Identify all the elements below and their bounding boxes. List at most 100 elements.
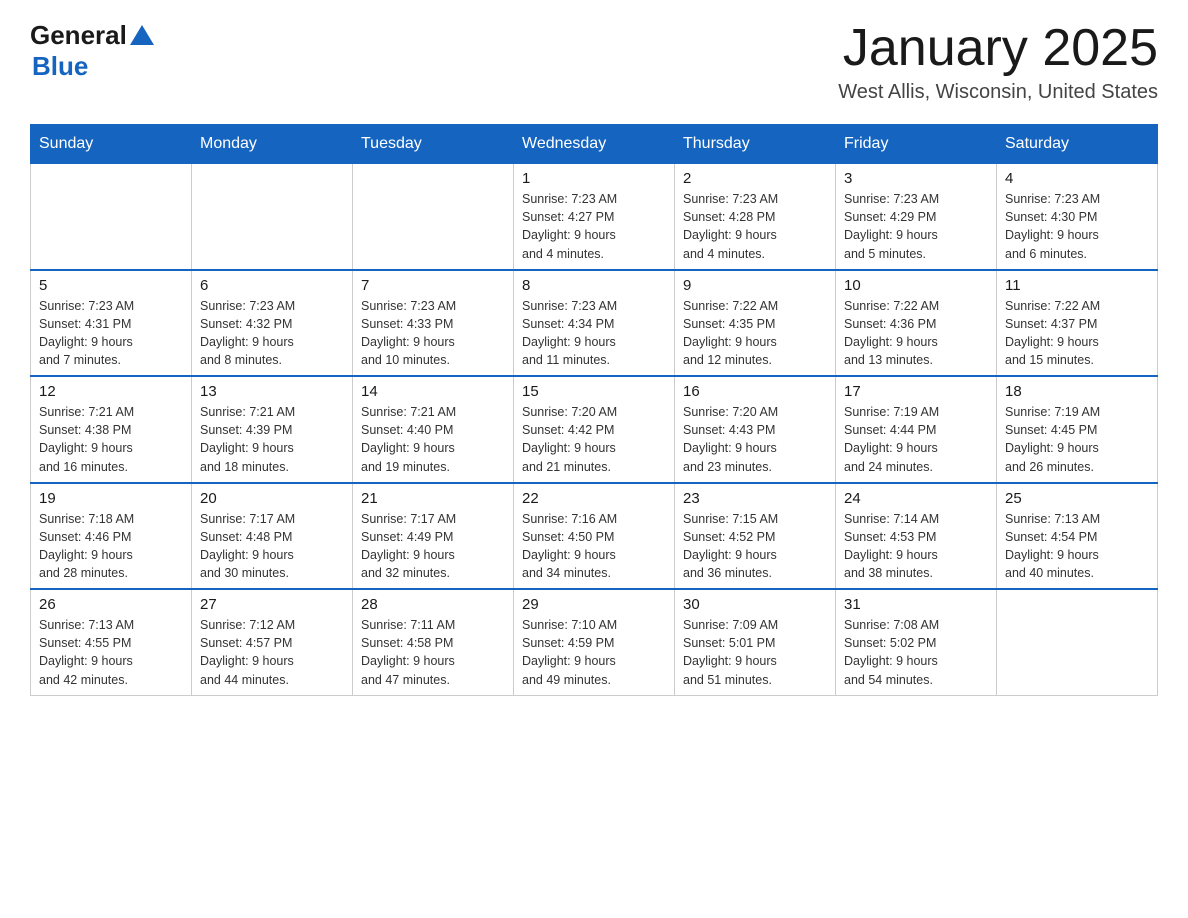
day-number: 1	[522, 170, 666, 187]
day-info: Sunrise: 7:23 AMSunset: 4:32 PMDaylight:…	[200, 297, 344, 370]
day-info: Sunrise: 7:23 AMSunset: 4:30 PMDaylight:…	[1005, 190, 1149, 263]
calendar-cell: 8Sunrise: 7:23 AMSunset: 4:34 PMDaylight…	[514, 270, 675, 377]
calendar-cell: 4 Sunrise: 7:23 AMSunset: 4:30 PMDaylight…	[997, 164, 1158, 270]
day-number: 3	[844, 170, 988, 187]
calendar-cell: 19 Sunrise: 7:18 AMSunset: 4:46 PMDayligh…	[31, 483, 192, 590]
day-info: Sunrise: 7:23 AMSunset: 4:31 PMDaylight:…	[39, 297, 183, 370]
calendar-week-row: 5 Sunrise: 7:23 AMSunset: 4:31 PMDaylight…	[31, 270, 1158, 377]
day-number: 14	[361, 383, 505, 400]
calendar-cell: 31 Sunrise: 7:08 AMSunset: 5:02 PMDayligh…	[836, 589, 997, 695]
day-info: Sunrise: 7:15 AMSunset: 4:52 PMDaylight:…	[683, 510, 827, 583]
day-header-tuesday: Tuesday	[353, 125, 514, 164]
calendar-header-row: SundayMondayTuesdayWednesdayThursdayFrid…	[31, 125, 1158, 164]
calendar-cell: 9 Sunrise: 7:22 AMSunset: 4:35 PMDaylight…	[675, 270, 836, 377]
day-number: 12	[39, 383, 183, 400]
calendar-cell: 24 Sunrise: 7:14 AMSunset: 4:53 PMDayligh…	[836, 483, 997, 590]
day-info: Sunrise: 7:12 AMSunset: 4:57 PMDaylight:…	[200, 616, 344, 689]
calendar-cell: 27 Sunrise: 7:12 AMSunset: 4:57 PMDayligh…	[192, 589, 353, 695]
calendar-cell: 2Sunrise: 7:23 AMSunset: 4:28 PMDaylight…	[675, 164, 836, 270]
day-number: 25	[1005, 490, 1149, 507]
day-number: 10	[844, 277, 988, 294]
day-info: Sunrise: 7:18 AMSunset: 4:46 PMDaylight:…	[39, 510, 183, 583]
day-info: Sunrise: 7:23 AMSunset: 4:28 PMDaylight:…	[683, 190, 827, 263]
calendar-cell: 7 Sunrise: 7:23 AMSunset: 4:33 PMDaylight…	[353, 270, 514, 377]
day-info: Sunrise: 7:20 AMSunset: 4:42 PMDaylight:…	[522, 403, 666, 476]
day-number: 15	[522, 383, 666, 400]
day-info: Sunrise: 7:19 AMSunset: 4:44 PMDaylight:…	[844, 403, 988, 476]
calendar-cell: 1Sunrise: 7:23 AMSunset: 4:27 PMDaylight…	[514, 164, 675, 270]
day-number: 21	[361, 490, 505, 507]
calendar-cell: 14 Sunrise: 7:21 AMSunset: 4:40 PMDayligh…	[353, 376, 514, 483]
calendar-cell: 20Sunrise: 7:17 AMSunset: 4:48 PMDayligh…	[192, 483, 353, 590]
day-number: 24	[844, 490, 988, 507]
day-number: 28	[361, 596, 505, 613]
calendar-cell: 17 Sunrise: 7:19 AMSunset: 4:44 PMDayligh…	[836, 376, 997, 483]
day-info: Sunrise: 7:22 AMSunset: 4:37 PMDaylight:…	[1005, 297, 1149, 370]
day-info: Sunrise: 7:16 AMSunset: 4:50 PMDaylight:…	[522, 510, 666, 583]
day-info: Sunrise: 7:22 AMSunset: 4:35 PMDaylight:…	[683, 297, 827, 370]
calendar-cell: 25 Sunrise: 7:13 AMSunset: 4:54 PMDayligh…	[997, 483, 1158, 590]
calendar-cell: 23 Sunrise: 7:15 AMSunset: 4:52 PMDayligh…	[675, 483, 836, 590]
calendar-cell: 16Sunrise: 7:20 AMSunset: 4:43 PMDayligh…	[675, 376, 836, 483]
calendar-week-row: 12Sunrise: 7:21 AMSunset: 4:38 PMDayligh…	[31, 376, 1158, 483]
location-title: West Allis, Wisconsin, United States	[838, 81, 1158, 104]
day-number: 17	[844, 383, 988, 400]
day-number: 7	[361, 277, 505, 294]
day-info: Sunrise: 7:17 AMSunset: 4:48 PMDaylight:…	[200, 510, 344, 583]
calendar-cell: 5 Sunrise: 7:23 AMSunset: 4:31 PMDaylight…	[31, 270, 192, 377]
day-number: 19	[39, 490, 183, 507]
calendar-cell: 6 Sunrise: 7:23 AMSunset: 4:32 PMDaylight…	[192, 270, 353, 377]
calendar-cell	[192, 164, 353, 270]
day-number: 30	[683, 596, 827, 613]
calendar-cell: 26 Sunrise: 7:13 AMSunset: 4:55 PMDayligh…	[31, 589, 192, 695]
calendar-cell	[353, 164, 514, 270]
day-number: 5	[39, 277, 183, 294]
day-info: Sunrise: 7:17 AMSunset: 4:49 PMDaylight:…	[361, 510, 505, 583]
day-number: 11	[1005, 277, 1149, 294]
day-header-thursday: Thursday	[675, 125, 836, 164]
calendar-cell	[997, 589, 1158, 695]
logo-triangle-icon	[130, 25, 154, 45]
calendar-table: SundayMondayTuesdayWednesdayThursdayFrid…	[30, 124, 1158, 696]
day-info: Sunrise: 7:19 AMSunset: 4:45 PMDaylight:…	[1005, 403, 1149, 476]
logo-general-text: General	[30, 20, 127, 51]
day-info: Sunrise: 7:11 AMSunset: 4:58 PMDaylight:…	[361, 616, 505, 689]
calendar-cell: 22Sunrise: 7:16 AMSunset: 4:50 PMDayligh…	[514, 483, 675, 590]
calendar-cell: 12Sunrise: 7:21 AMSunset: 4:38 PMDayligh…	[31, 376, 192, 483]
calendar-week-row: 1Sunrise: 7:23 AMSunset: 4:27 PMDaylight…	[31, 164, 1158, 270]
day-info: Sunrise: 7:13 AMSunset: 4:55 PMDaylight:…	[39, 616, 183, 689]
day-number: 18	[1005, 383, 1149, 400]
day-number: 13	[200, 383, 344, 400]
day-number: 31	[844, 596, 988, 613]
day-info: Sunrise: 7:20 AMSunset: 4:43 PMDaylight:…	[683, 403, 827, 476]
calendar-cell: 15 Sunrise: 7:20 AMSunset: 4:42 PMDayligh…	[514, 376, 675, 483]
day-header-monday: Monday	[192, 125, 353, 164]
day-header-saturday: Saturday	[997, 125, 1158, 164]
day-number: 26	[39, 596, 183, 613]
day-number: 4	[1005, 170, 1149, 187]
day-info: Sunrise: 7:09 AMSunset: 5:01 PMDaylight:…	[683, 616, 827, 689]
day-info: Sunrise: 7:23 AMSunset: 4:33 PMDaylight:…	[361, 297, 505, 370]
page-header: General Blue January 2025 West Allis, Wi…	[30, 20, 1158, 104]
calendar-week-row: 26 Sunrise: 7:13 AMSunset: 4:55 PMDayligh…	[31, 589, 1158, 695]
day-info: Sunrise: 7:23 AMSunset: 4:29 PMDaylight:…	[844, 190, 988, 263]
month-title: January 2025	[838, 20, 1158, 77]
day-header-sunday: Sunday	[31, 125, 192, 164]
calendar-cell: 10Sunrise: 7:22 AMSunset: 4:36 PMDayligh…	[836, 270, 997, 377]
calendar-cell: 11 Sunrise: 7:22 AMSunset: 4:37 PMDayligh…	[997, 270, 1158, 377]
day-info: Sunrise: 7:14 AMSunset: 4:53 PMDaylight:…	[844, 510, 988, 583]
calendar-cell: 28 Sunrise: 7:11 AMSunset: 4:58 PMDayligh…	[353, 589, 514, 695]
calendar-cell	[31, 164, 192, 270]
day-info: Sunrise: 7:08 AMSunset: 5:02 PMDaylight:…	[844, 616, 988, 689]
day-number: 23	[683, 490, 827, 507]
calendar-cell: 21 Sunrise: 7:17 AMSunset: 4:49 PMDayligh…	[353, 483, 514, 590]
day-number: 6	[200, 277, 344, 294]
day-number: 8	[522, 277, 666, 294]
day-number: 27	[200, 596, 344, 613]
logo-blue-text: Blue	[32, 51, 157, 82]
day-number: 9	[683, 277, 827, 294]
day-info: Sunrise: 7:13 AMSunset: 4:54 PMDaylight:…	[1005, 510, 1149, 583]
calendar-cell: 29Sunrise: 7:10 AMSunset: 4:59 PMDayligh…	[514, 589, 675, 695]
calendar-cell: 30 Sunrise: 7:09 AMSunset: 5:01 PMDayligh…	[675, 589, 836, 695]
day-info: Sunrise: 7:21 AMSunset: 4:40 PMDaylight:…	[361, 403, 505, 476]
